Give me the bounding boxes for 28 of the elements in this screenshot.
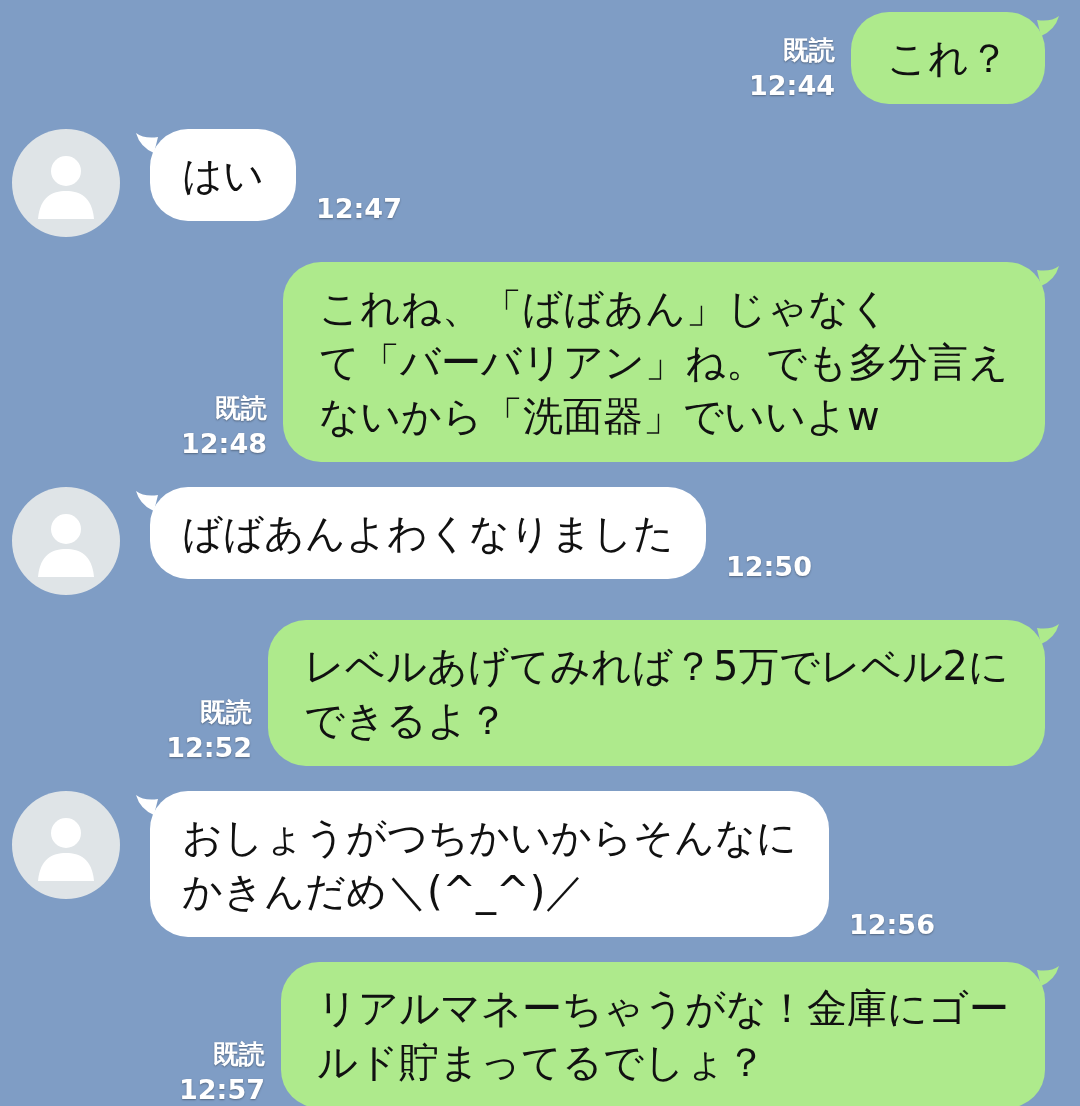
message-bubble: レベルあげてみれば？5万でレベル2に できるよ？ bbox=[268, 620, 1045, 766]
bubble-tail bbox=[1037, 966, 1059, 988]
bubble-tail bbox=[1037, 16, 1059, 38]
bubble-tail bbox=[1037, 266, 1059, 288]
bubble-tail bbox=[1037, 624, 1059, 646]
message-time: 12:47 bbox=[316, 192, 402, 226]
message-time: 12:52 bbox=[166, 731, 253, 765]
message-bubble: リアルマネーちゃうがな！金庫にゴー ルド貯まってるでしょ？ bbox=[281, 962, 1045, 1106]
message-bubble: これ？ bbox=[851, 12, 1045, 104]
read-label: 既読 bbox=[215, 392, 267, 425]
message-bubble: ばばあんよわくなりました bbox=[150, 487, 706, 579]
message-time: 12:50 bbox=[726, 550, 812, 584]
message-bubble: おしょうがつちかいからそんなに かきんだめ＼(^_^)／ bbox=[150, 791, 829, 937]
avatar-icon bbox=[12, 487, 120, 595]
read-label: 既読 bbox=[783, 34, 835, 67]
bubble-tail bbox=[136, 491, 158, 513]
message-time: 12:57 bbox=[179, 1073, 265, 1106]
message-bubble: はい bbox=[150, 129, 296, 221]
read-label: 既読 bbox=[213, 1038, 265, 1071]
message-bubble: これね、「ばばあん」じゃなく て「バーバリアン」ね。でも多分言え ないから「洗面器」でいいよw bbox=[283, 262, 1045, 462]
avatar-icon bbox=[12, 791, 120, 899]
bubble-tail bbox=[136, 133, 158, 155]
read-label: 既読 bbox=[200, 696, 253, 729]
bubble-tail bbox=[136, 795, 158, 817]
message-time: 12:44 bbox=[749, 69, 835, 103]
message-time: 12:48 bbox=[181, 427, 267, 461]
message-time: 12:56 bbox=[849, 908, 935, 942]
avatar-icon bbox=[12, 129, 120, 237]
